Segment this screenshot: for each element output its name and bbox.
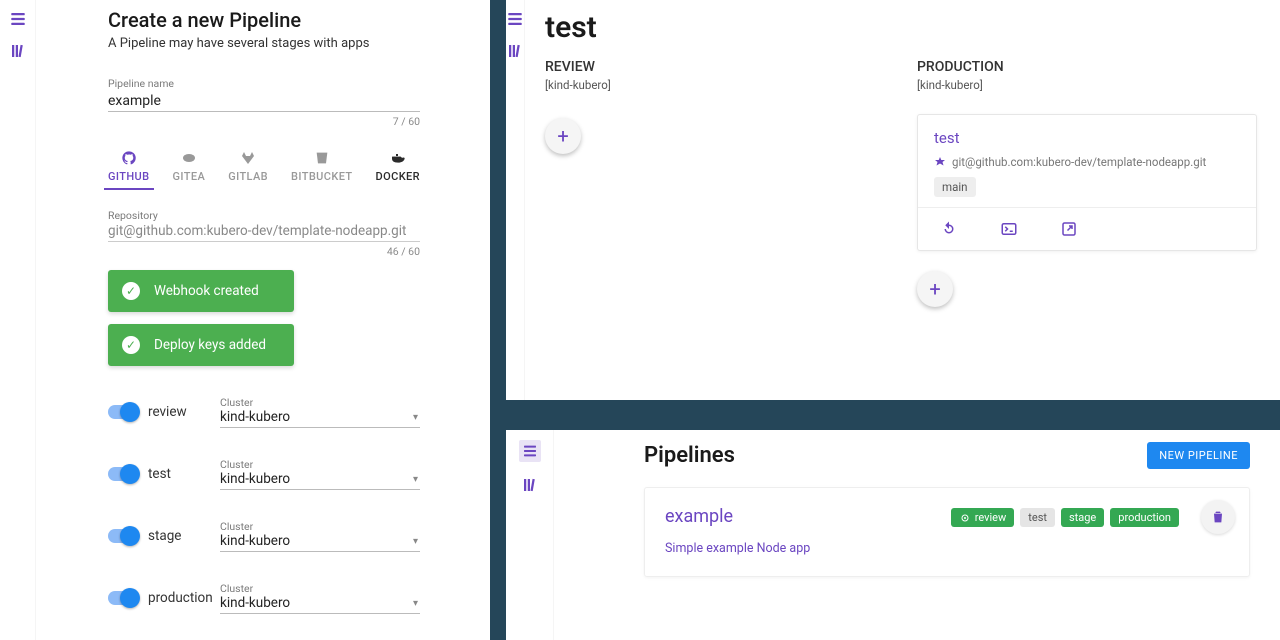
- provider-tabs: GITHUB GITEA GITLAB BITBUCKET DOCKER: [108, 150, 420, 189]
- stage-row-review: review Cluster kind-kubero ▾: [108, 396, 420, 428]
- stage-label: review: [148, 404, 210, 420]
- pipeline-name-counter: 7 / 60: [108, 115, 420, 128]
- terminal-icon[interactable]: [1000, 220, 1018, 238]
- chevron-down-icon: ▾: [413, 598, 418, 609]
- pipelines-icon[interactable]: [519, 440, 541, 462]
- toggle-production[interactable]: [108, 591, 138, 605]
- tab-gitlab[interactable]: GITLAB: [228, 150, 268, 189]
- app-name[interactable]: test: [934, 129, 1240, 147]
- chevron-down-icon: ▾: [413, 536, 418, 547]
- new-pipeline-button[interactable]: NEW PIPELINE: [1147, 442, 1250, 469]
- page-subtitle: A Pipeline may have several stages with …: [108, 36, 420, 51]
- restart-icon[interactable]: [940, 220, 958, 238]
- stage-label: production: [148, 590, 210, 606]
- stage-row-stage: stage Cluster kind-kubero ▾: [108, 520, 420, 552]
- pipeline-title: test: [545, 10, 1257, 45]
- sidebar-list: [506, 430, 554, 640]
- chip-stage: stage: [1061, 508, 1104, 527]
- pipeline-detail: test REVIEW [kind-kubero] + PRODUCTION […: [525, 0, 1280, 400]
- pipeline-card[interactable]: example Simple example Node app review t…: [644, 487, 1250, 577]
- stage-label: stage: [148, 528, 210, 544]
- create-pipeline-form: Create a new Pipeline A Pipeline may hav…: [36, 0, 490, 640]
- pipelines-icon[interactable]: [506, 10, 524, 28]
- repository-counter: 46 / 60: [108, 245, 420, 258]
- stage-row-production: production Cluster kind-kubero ▾: [108, 582, 420, 614]
- check-icon: ✓: [122, 282, 140, 300]
- page-title: Create a new Pipeline: [108, 8, 420, 32]
- repository-label: Repository: [108, 209, 420, 222]
- app-repo: git@github.com:kubero-dev/template-nodea…: [934, 155, 1240, 169]
- toggle-review[interactable]: [108, 405, 138, 419]
- chip-production: production: [1110, 508, 1179, 527]
- create-pipeline-panel: Create a new Pipeline A Pipeline may hav…: [0, 0, 490, 640]
- stage-label: test: [148, 466, 210, 482]
- column-production: PRODUCTION [kind-kubero] test git@github…: [917, 59, 1257, 307]
- app-card: test git@github.com:kubero-dev/template-…: [917, 114, 1257, 251]
- cluster-select-test[interactable]: Cluster kind-kubero ▾: [220, 458, 420, 490]
- delete-pipeline-button[interactable]: [1201, 500, 1235, 534]
- column-review: REVIEW [kind-kubero] +: [545, 59, 885, 307]
- toggle-stage[interactable]: [108, 529, 138, 543]
- pipelines-list-panel: Pipelines NEW PIPELINE example Simple ex…: [506, 430, 1280, 640]
- branch-chip: main: [934, 177, 976, 197]
- cluster-select-stage[interactable]: Cluster kind-kubero ▾: [220, 520, 420, 552]
- stage-row-test: test Cluster kind-kubero ▾: [108, 458, 420, 490]
- pipelines-list: Pipelines NEW PIPELINE example Simple ex…: [554, 430, 1280, 640]
- sidebar-detail: [506, 0, 525, 400]
- pipeline-name-field: Pipeline name 7 / 60: [108, 77, 420, 128]
- tab-github[interactable]: GITHUB: [108, 150, 150, 189]
- add-app-production-button[interactable]: +: [917, 271, 953, 307]
- cluster-select-production[interactable]: Cluster kind-kubero ▾: [220, 582, 420, 614]
- chevron-down-icon: ▾: [413, 412, 418, 423]
- pipeline-card-desc: Simple example Node app: [665, 541, 1229, 556]
- pipeline-card-chips: review test stage production: [951, 508, 1179, 527]
- check-icon: ✓: [122, 336, 140, 354]
- pipelines-icon[interactable]: [9, 10, 27, 28]
- tab-bitbucket[interactable]: BITBUCKET: [291, 150, 353, 189]
- alert-webhook: ✓ Webhook created: [108, 270, 294, 312]
- pipeline-detail-panel: test REVIEW [kind-kubero] + PRODUCTION […: [506, 0, 1280, 400]
- chip-review: review: [951, 508, 1015, 527]
- tab-docker[interactable]: DOCKER: [376, 150, 420, 189]
- pipeline-name-input[interactable]: [108, 91, 420, 112]
- pipeline-name-label: Pipeline name: [108, 77, 420, 90]
- app-card-actions: [918, 207, 1256, 250]
- repository-value[interactable]: git@github.com:kubero-dev/template-nodea…: [108, 222, 420, 242]
- tab-gitea[interactable]: GITEA: [173, 150, 206, 189]
- cluster-select-review[interactable]: Cluster kind-kubero ▾: [220, 396, 420, 428]
- list-title: Pipelines: [644, 443, 735, 468]
- alert-deploykeys: ✓ Deploy keys added: [108, 324, 294, 366]
- add-app-review-button[interactable]: +: [545, 118, 581, 154]
- chip-test: test: [1020, 508, 1055, 527]
- library-icon[interactable]: [506, 42, 524, 60]
- chevron-down-icon: ▾: [413, 474, 418, 485]
- repository-field: Repository git@github.com:kubero-dev/tem…: [108, 209, 420, 258]
- library-icon[interactable]: [521, 476, 539, 494]
- sidebar-left: [0, 0, 36, 640]
- open-icon[interactable]: [1060, 220, 1078, 238]
- library-icon[interactable]: [9, 42, 27, 60]
- toggle-test[interactable]: [108, 467, 138, 481]
